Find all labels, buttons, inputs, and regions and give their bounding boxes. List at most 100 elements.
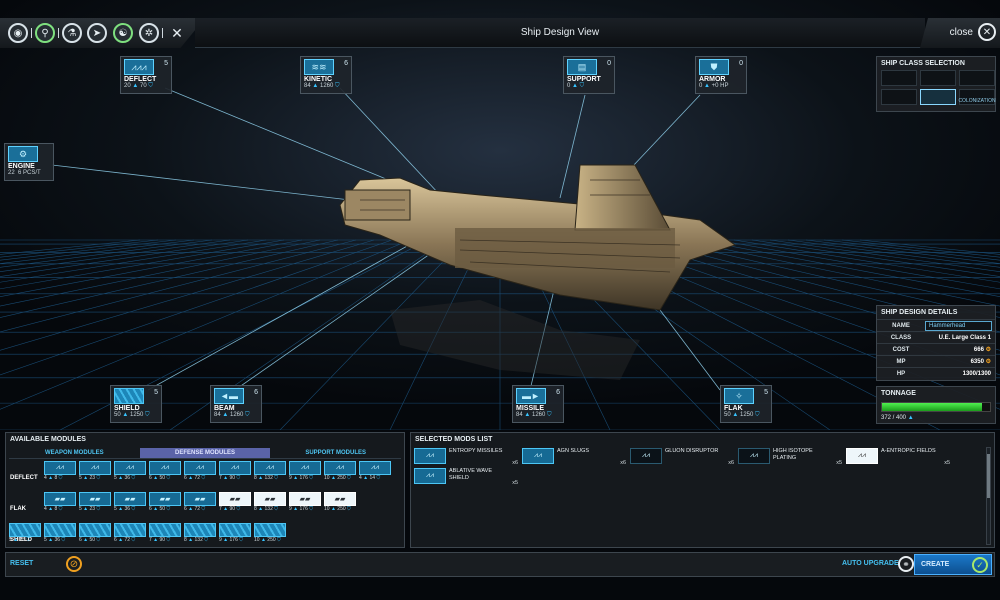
module-stats: 9 ▲ 176 ⛉ <box>289 506 313 512</box>
module-stats: 6 ▲ 72 ⛉ <box>184 475 206 481</box>
tag-name: BEAM <box>214 405 235 412</box>
selected-mod-item[interactable]: ⩘⩘ A-ENTROPIC FIELDS x5 <box>846 448 950 466</box>
module-option[interactable]: ▰▰ 4 ▲ 8 ⛉ <box>44 492 76 517</box>
mod-quantity: x5 <box>944 460 950 466</box>
selected-mod-item[interactable]: ⩘⩘ GLUON DISRUPTOR x6 <box>630 448 734 466</box>
module-option[interactable]: ⩘⩘ 9 ▲ 176 ⛉ <box>289 461 321 486</box>
planet-icon[interactable]: ◉ <box>8 23 28 43</box>
module-option[interactable]: ⩘⩘ 5 ▲ 36 ⛉ <box>114 461 146 486</box>
shield-module-icon <box>114 523 146 537</box>
flak-module-icon: ▰▰ <box>44 492 76 506</box>
tab-defense-modules[interactable]: DEFENSE MODULES <box>139 448 271 459</box>
module-option[interactable]: 8 ▲ 132 ⛉ <box>184 523 216 548</box>
module-stats: 6 ▲ 50 ⛉ <box>79 537 101 543</box>
class-option[interactable] <box>920 70 956 86</box>
hp-label: HP <box>896 370 906 377</box>
module-row: FLAK ▰▰ 4 ▲ 8 ⛉ ▰▰ 5 ▲ 23 ⛉ ▰▰ 5 ▲ 36 ⛉ ▰▰ 6 ▲ 5… <box>6 492 404 523</box>
tag-engine[interactable]: ⚙ ENGINE 22 6 PCS/T <box>4 143 54 181</box>
close-label: close <box>949 26 973 38</box>
module-option[interactable]: ⩘⩘ 10 ▲ 250 ⛉ <box>324 461 356 486</box>
selected-mods-panel: SELECTED MODS LIST ⩘⩘ ENTROPY MISSILES x6 ⩘… <box>410 432 995 548</box>
selected-mod-item[interactable]: ⩘⩘ ENTROPY MISSILES x6 <box>414 448 518 466</box>
auto-upgrade-button[interactable]: AUTO UPGRADE <box>842 560 899 567</box>
module-option[interactable]: ⩘⩘ 5 ▲ 23 ⛉ <box>79 461 111 486</box>
tag-name: ARMOR <box>699 76 726 83</box>
shield-module-icon <box>149 523 181 537</box>
class-option[interactable] <box>959 70 995 86</box>
class-option[interactable] <box>881 70 917 86</box>
tab-weapon-modules[interactable]: WEAPON MODULES <box>9 448 140 459</box>
class-option-selected[interactable] <box>920 89 956 105</box>
scrollbar[interactable] <box>986 447 991 545</box>
module-option[interactable]: 9 ▲ 176 ⛉ <box>219 523 251 548</box>
class-option-colonization[interactable]: COLONIZATION <box>958 89 996 105</box>
panel-title: SHIP CLASS SELECTION <box>881 60 965 67</box>
selected-mod-item[interactable]: ⩘⩘ HIGH ISOTOPE PLATING x5 <box>738 448 842 466</box>
module-option[interactable]: ⩘⩘ 6 ▲ 50 ⛉ <box>149 461 181 486</box>
shield-icon <box>114 388 144 404</box>
module-option[interactable]: ⩘⩘ 6 ▲ 72 ⛉ <box>184 461 216 486</box>
separator <box>31 28 32 38</box>
tech-icon[interactable]: ✲ <box>139 23 159 43</box>
module-option[interactable]: 7 ▲ 90 ⛉ <box>149 523 181 548</box>
mod-icon: ⩘⩘ <box>522 448 554 464</box>
create-label: CREATE <box>921 561 950 568</box>
module-option[interactable]: ⩘⩘ 7 ▲ 90 ⛉ <box>219 461 251 486</box>
auto-upgrade-icon[interactable]: ⚭ <box>898 556 914 572</box>
module-option[interactable]: 6 ▲ 50 ⛉ <box>79 523 111 548</box>
armor-icon: ⛊ <box>699 59 729 75</box>
module-option[interactable]: ▰▰ 8 ▲ 132 ⛉ <box>254 492 286 517</box>
scroll-thumb[interactable] <box>987 454 990 498</box>
mod-quantity: x5 <box>836 460 842 466</box>
panel-title: TONNAGE <box>881 390 916 397</box>
policy-icon[interactable]: ➤ <box>87 23 107 43</box>
module-option[interactable]: ▰▰ 10 ▲ 250 ⛉ <box>324 492 356 517</box>
mod-icon: ⩘⩘ <box>738 448 770 464</box>
missile-icon: ▬► <box>516 388 546 404</box>
module-option[interactable]: 5 ▲ 23 ⛉ <box>9 523 41 548</box>
module-option[interactable]: ⩘⩘ 8 ▲ 132 ⛉ <box>254 461 286 486</box>
module-option[interactable]: ⩘⩘ 4 ▲ 8 ⛉ <box>44 461 76 486</box>
tag-count: 5 <box>764 389 768 396</box>
tag-support[interactable]: ▤ 0 SUPPORT 0 ▲ ⛉ <box>563 56 615 94</box>
create-button[interactable]: CREATE ✓ <box>914 554 992 575</box>
tag-name: KINETIC <box>304 76 332 83</box>
tools-icon[interactable]: ✕ <box>167 23 187 43</box>
tag-missile[interactable]: ▬► 6 MISSILE 84 ▲ 1260 ⛉ <box>512 385 564 423</box>
selected-mod-item[interactable]: ⩘⩘ AGN SLUGS x6 <box>522 448 626 466</box>
close-button[interactable]: close ✕ <box>950 23 996 41</box>
tag-count: 0 <box>607 60 611 67</box>
ship-name-input[interactable]: Hammerhead <box>925 320 992 331</box>
tag-beam[interactable]: ◄▬ 6 BEAM 84 ▲ 1260 ⛉ <box>210 385 262 423</box>
reset-button[interactable]: RESET <box>10 560 33 567</box>
tag-shield[interactable]: 5 SHIELD 50 ▲ 1250 ⛉ <box>110 385 162 423</box>
module-option[interactable]: 6 ▲ 72 ⛉ <box>114 523 146 548</box>
module-option[interactable]: 10 ▲ 250 ⛉ <box>254 523 286 548</box>
module-option[interactable]: ▰▰ 9 ▲ 176 ⛉ <box>289 492 321 517</box>
tag-kinetic[interactable]: ≋≋ 6 KINETIC 84 ▲ 1260 ⛉ <box>300 56 352 94</box>
module-option[interactable]: ▰▰ 7 ▲ 90 ⛉ <box>219 492 251 517</box>
module-stats: 5 ▲ 36 ⛉ <box>114 475 136 481</box>
module-stats: 9 ▲ 176 ⛉ <box>219 537 243 543</box>
ship-icon[interactable]: ⚲ <box>35 23 55 43</box>
mod-icon: ⩘⩘ <box>630 448 662 464</box>
module-option[interactable]: ▰▰ 5 ▲ 23 ⛉ <box>79 492 111 517</box>
module-option[interactable]: ⩘⩘ 4 ▲ 14 ⛉ <box>359 461 391 486</box>
class-option[interactable] <box>881 89 917 105</box>
diplomacy-icon[interactable]: ☯ <box>113 23 133 43</box>
tag-deflect[interactable]: ⩘⩘⩘ 5 DEFLECT 20 ▲ 70 ⛉ <box>120 56 172 94</box>
reset-icon[interactable]: ⊘ <box>66 556 82 572</box>
deflect-module-icon: ⩘⩘ <box>359 461 391 475</box>
separator <box>58 28 59 38</box>
tag-armor[interactable]: ⛊ 0 ARMOR 0 ▲ +0 HP <box>695 56 747 94</box>
module-row-label: DEFLECT <box>10 475 38 481</box>
tab-support-modules[interactable]: SUPPORT MODULES <box>270 448 402 459</box>
research-icon[interactable]: ⚗ <box>62 23 82 43</box>
selected-mod-item[interactable]: ⩘⩘ ABLATIVE WAVE SHIELD x5 <box>414 468 518 486</box>
module-stats: 6 ▲ 72 ⛉ <box>184 506 206 512</box>
module-option[interactable]: ▰▰ 6 ▲ 72 ⛉ <box>184 492 216 517</box>
module-option[interactable]: ▰▰ 5 ▲ 36 ⛉ <box>114 492 146 517</box>
tag-flak[interactable]: ✧ 5 FLAK 50 ▲ 1250 ⛉ <box>720 385 772 423</box>
module-option[interactable]: ▰▰ 6 ▲ 50 ⛉ <box>149 492 181 517</box>
module-option[interactable]: 5 ▲ 36 ⛉ <box>44 523 76 548</box>
